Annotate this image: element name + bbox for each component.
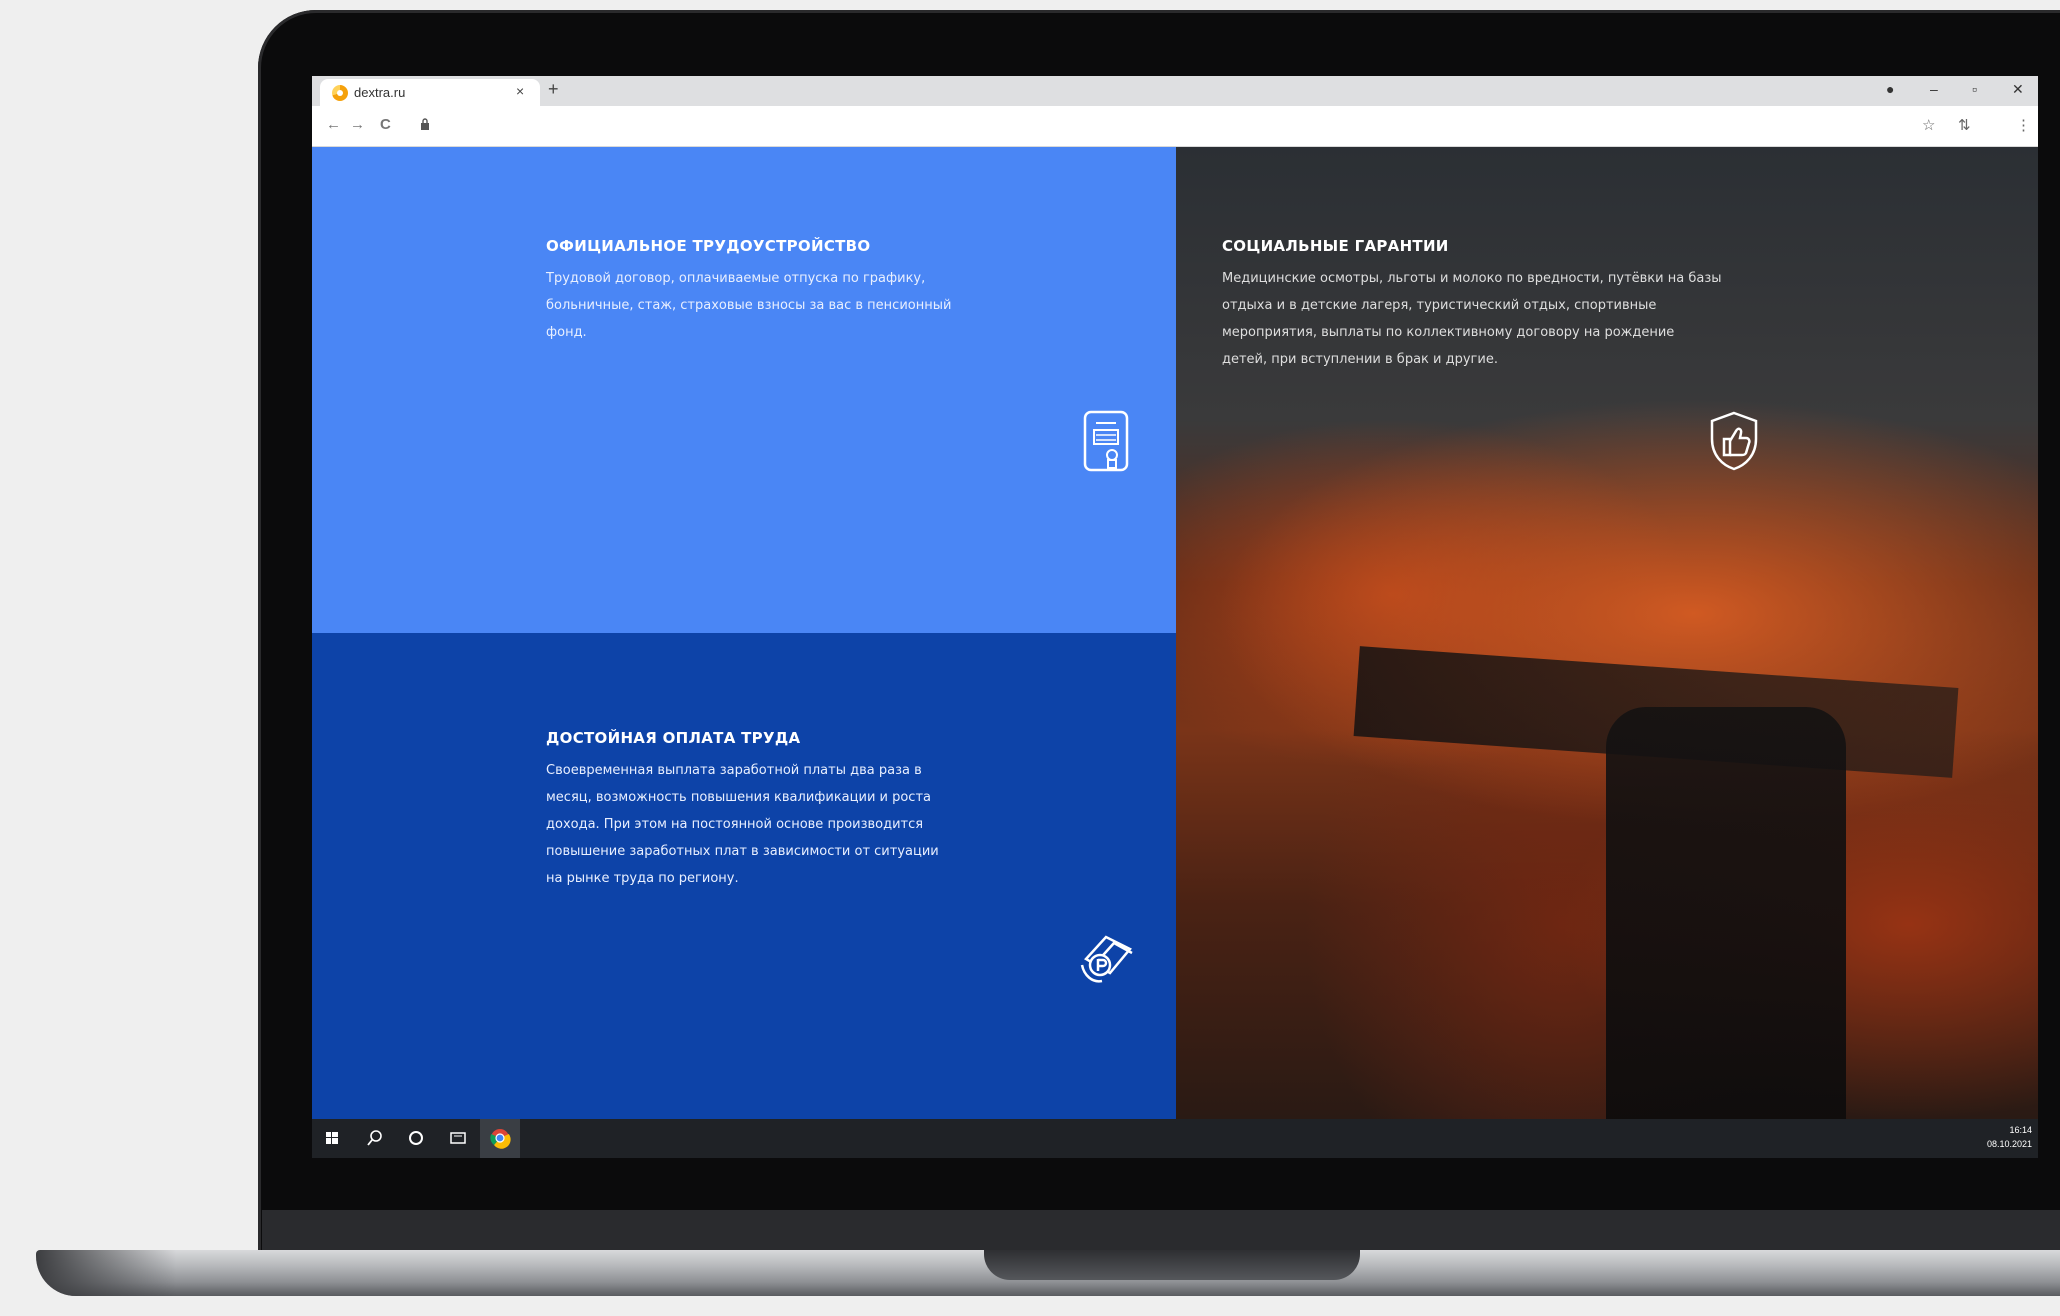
contract-document-icon bbox=[1083, 410, 1129, 472]
windows-taskbar: 16:14 08.10.2021 bbox=[312, 1119, 2038, 1158]
extension-icon[interactable]: ⇅ bbox=[1958, 116, 1971, 134]
lock-icon bbox=[421, 118, 429, 130]
laptop-bezel bbox=[262, 1210, 2060, 1250]
decent-pay-title: ДОСТОЙНАЯ ОПЛАТА ТРУДА bbox=[546, 729, 801, 747]
chrome-icon[interactable] bbox=[480, 1119, 520, 1158]
clock-date: 08.10.2021 bbox=[1986, 1139, 2032, 1149]
minimize-button[interactable]: – bbox=[1930, 81, 1938, 97]
close-window-button[interactable]: ✕ bbox=[2012, 81, 2024, 98]
task-view-icon[interactable] bbox=[438, 1119, 478, 1158]
browser-tabstrip: dextra.ru × + ● – ▫ ✕ bbox=[312, 76, 2038, 106]
official-employment-text: Трудовой договор, оплачиваемые отпуска п… bbox=[546, 271, 952, 340]
browser-toolbar: ← → C ☆ ⇅ ⋮ bbox=[312, 106, 2038, 147]
back-button[interactable]: ← bbox=[326, 116, 341, 133]
decent-pay-text: Своевременная выплата заработной платы д… bbox=[546, 763, 939, 886]
profile-icon[interactable]: ● bbox=[1886, 81, 1894, 97]
reload-button[interactable]: C bbox=[380, 116, 391, 133]
search-icon[interactable] bbox=[354, 1119, 394, 1158]
cortana-icon[interactable] bbox=[396, 1119, 436, 1158]
new-tab-button[interactable]: + bbox=[548, 79, 559, 100]
tab-title: dextra.ru bbox=[354, 85, 406, 100]
decent-pay-section: ДОСТОЙНАЯ ОПЛАТА ТРУДА Своевременная вып… bbox=[312, 633, 1176, 1119]
money-hand-icon bbox=[1080, 935, 1133, 983]
social-guarantees-text: Медицинские осмотры, льготы и молоко по … bbox=[1222, 271, 1722, 367]
browser-menu-icon[interactable]: ⋮ bbox=[2016, 116, 2031, 134]
forward-button[interactable]: → bbox=[350, 116, 365, 133]
browser-tab[interactable]: dextra.ru × bbox=[320, 79, 540, 106]
official-employment-title: ОФИЦИАЛЬНОЕ ТРУДОУСТРОЙСТВО bbox=[546, 237, 871, 255]
social-guarantees-section: СОЦИАЛЬНЫЕ ГАРАНТИИ Медицинские осмотры,… bbox=[1176, 147, 2038, 1127]
clock-time: 16:14 bbox=[2009, 1125, 2032, 1135]
background-photo-post bbox=[1606, 707, 1846, 1127]
maximize-button[interactable]: ▫ bbox=[1972, 81, 1977, 97]
shield-thumbs-up-icon bbox=[1710, 411, 1758, 471]
site-favicon-icon bbox=[332, 85, 348, 101]
tab-close-icon[interactable]: × bbox=[516, 83, 524, 99]
social-guarantees-title: СОЦИАЛЬНЫЕ ГАРАНТИИ bbox=[1222, 237, 1449, 255]
web-page: ОФИЦИАЛЬНОЕ ТРУДОУСТРОЙСТВО Трудовой дог… bbox=[312, 147, 2038, 1127]
official-employment-section: ОФИЦИАЛЬНОЕ ТРУДОУСТРОЙСТВО Трудовой дог… bbox=[312, 147, 1176, 633]
laptop-screen: dextra.ru × + ● – ▫ ✕ ← → C ☆ ⇅ ⋮ ОФИЦИА… bbox=[312, 76, 2038, 1158]
laptop-notch bbox=[984, 1250, 1360, 1280]
bookmark-star-icon[interactable]: ☆ bbox=[1922, 116, 1935, 134]
windows-start-icon[interactable] bbox=[312, 1119, 352, 1158]
system-clock[interactable]: 16:14 08.10.2021 bbox=[1987, 1123, 2032, 1151]
